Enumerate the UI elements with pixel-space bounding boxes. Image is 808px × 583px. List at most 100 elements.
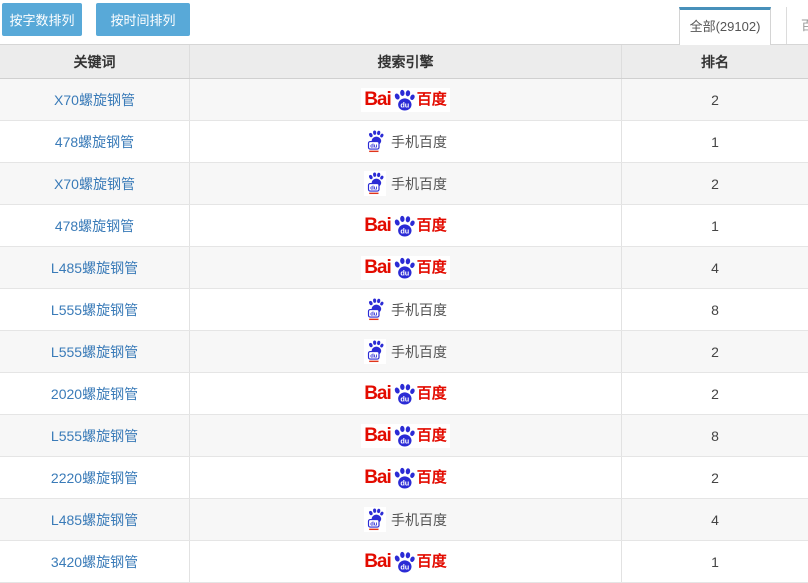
- table-row: 3420螺旋钢管 Bai du 百度: [0, 541, 808, 583]
- keyword-link[interactable]: X70螺旋钢管: [54, 90, 135, 110]
- rank-value: 2: [622, 331, 808, 372]
- rank-value: 1: [622, 205, 808, 246]
- column-header-rank: 排名: [622, 45, 808, 78]
- baidu-mobile-icon: du: [364, 507, 386, 532]
- table-row: L555螺旋钢管 Bai du 百度: [0, 289, 808, 331]
- baidu-pc-logo: Bai du 百度: [361, 424, 450, 448]
- svg-text:du: du: [370, 311, 378, 317]
- engine-cell: Bai du 百度: [190, 247, 622, 288]
- keyword-link[interactable]: 478螺旋钢管: [55, 216, 134, 236]
- svg-text:du: du: [400, 478, 409, 487]
- table-body: X70螺旋钢管 Bai du 百度: [0, 79, 808, 583]
- baidu-mobile-logo: du 手机百度: [364, 171, 447, 196]
- keyword-cell: L485螺旋钢管: [0, 247, 190, 288]
- baidu-pc-logo: Bai du 百度: [361, 256, 450, 280]
- baidu-pc-logo: Bai du 百度: [361, 214, 450, 238]
- svg-text:du: du: [400, 226, 409, 235]
- rank-value: 4: [622, 499, 808, 540]
- keyword-cell: L555螺旋钢管: [0, 415, 190, 456]
- keyword-cell: L555螺旋钢管: [0, 331, 190, 372]
- keyword-cell: L485螺旋钢管: [0, 499, 190, 540]
- baidu-mobile-logo: du 手机百度: [364, 297, 447, 322]
- baidu-pc-logo: Bai du 百度: [361, 382, 450, 406]
- keyword-link[interactable]: L555螺旋钢管: [51, 300, 138, 320]
- rank-value: 2: [622, 163, 808, 204]
- svg-text:du: du: [370, 353, 378, 359]
- table-row: L485螺旋钢管 Bai du 百度: [0, 247, 808, 289]
- keyword-cell: 3420螺旋钢管: [0, 541, 190, 582]
- rank-value: 8: [622, 289, 808, 330]
- keyword-cell: 478螺旋钢管: [0, 121, 190, 162]
- svg-text:du: du: [400, 394, 409, 403]
- baidu-pc-logo: Bai du 百度: [361, 466, 450, 490]
- engine-cell: Bai du 百度: [190, 79, 622, 120]
- baidu-paw-icon: du: [392, 551, 416, 573]
- baidu-pc-logo: Bai du 百度: [361, 550, 450, 574]
- keyword-cell: X70螺旋钢管: [0, 163, 190, 204]
- rank-value: 2: [622, 457, 808, 498]
- baidu-mobile-icon: du: [364, 171, 386, 196]
- keyword-link[interactable]: L555螺旋钢管: [51, 342, 138, 362]
- svg-text:du: du: [370, 143, 378, 149]
- baidu-paw-icon: du: [392, 257, 416, 279]
- table-row: X70螺旋钢管 Bai du 百度: [0, 163, 808, 205]
- keyword-link[interactable]: 2220螺旋钢管: [51, 468, 138, 488]
- baidu-paw-icon: du: [392, 467, 416, 489]
- table-row: 2020螺旋钢管 Bai du 百度: [0, 373, 808, 415]
- table-row: 478螺旋钢管 Bai du 百度: [0, 205, 808, 247]
- engine-cell: Bai du 百度: [190, 457, 622, 498]
- table-row: L485螺旋钢管 Bai du 百度: [0, 499, 808, 541]
- svg-text:du: du: [370, 185, 378, 191]
- rank-value: 4: [622, 247, 808, 288]
- table-row: L555螺旋钢管 Bai du 百度: [0, 331, 808, 373]
- keyword-link[interactable]: L555螺旋钢管: [51, 426, 138, 446]
- engine-cell: Bai du 百度: [190, 541, 622, 582]
- table-row: L555螺旋钢管 Bai du 百度: [0, 415, 808, 457]
- tab-baidu[interactable]: 百度: [786, 7, 808, 44]
- svg-text:du: du: [400, 268, 409, 277]
- baidu-mobile-logo: du 手机百度: [364, 339, 447, 364]
- baidu-paw-icon: du: [392, 215, 416, 237]
- baidu-mobile-icon: du: [364, 339, 386, 364]
- svg-text:du: du: [400, 100, 409, 109]
- keyword-cell: L555螺旋钢管: [0, 289, 190, 330]
- baidu-mobile-icon: du: [364, 129, 386, 154]
- engine-cell: Bai du 百度: [190, 121, 622, 162]
- keyword-cell: X70螺旋钢管: [0, 79, 190, 120]
- table-row: X70螺旋钢管 Bai du 百度: [0, 79, 808, 121]
- baidu-mobile-logo: du 手机百度: [364, 507, 447, 532]
- engine-cell: Bai du 百度: [190, 205, 622, 246]
- svg-text:du: du: [400, 436, 409, 445]
- baidu-pc-logo: Bai du 百度: [361, 88, 450, 112]
- column-header-engine: 搜索引擎: [190, 45, 622, 78]
- keyword-link[interactable]: L485螺旋钢管: [51, 258, 138, 278]
- engine-cell: Bai du 百度: [190, 289, 622, 330]
- table-row: 2220螺旋钢管 Bai du 百度: [0, 457, 808, 499]
- rank-value: 2: [622, 79, 808, 120]
- engine-cell: Bai du 百度: [190, 373, 622, 414]
- sort-by-words-button[interactable]: 按字数排列: [2, 3, 82, 36]
- keyword-cell: 2220螺旋钢管: [0, 457, 190, 498]
- keyword-link[interactable]: 2020螺旋钢管: [51, 384, 138, 404]
- engine-cell: Bai du 百度: [190, 499, 622, 540]
- tab-all[interactable]: 全部(29102): [679, 7, 771, 45]
- ranking-table: 关键词 搜索引擎 排名 X70螺旋钢管 Bai du: [0, 45, 808, 583]
- keyword-link[interactable]: 3420螺旋钢管: [51, 552, 138, 572]
- svg-text:du: du: [370, 521, 378, 527]
- rank-value: 8: [622, 415, 808, 456]
- rank-value: 2: [622, 373, 808, 414]
- sort-by-time-button[interactable]: 按时间排列: [96, 3, 190, 36]
- engine-cell: Bai du 百度: [190, 331, 622, 372]
- keyword-cell: 2020螺旋钢管: [0, 373, 190, 414]
- keyword-link[interactable]: 478螺旋钢管: [55, 132, 134, 152]
- engine-cell: Bai du 百度: [190, 163, 622, 204]
- top-toolbar: 按字数排列 按时间排列 全部(29102) 百度: [0, 0, 808, 45]
- keyword-link[interactable]: X70螺旋钢管: [54, 174, 135, 194]
- keyword-link[interactable]: L485螺旋钢管: [51, 510, 138, 530]
- baidu-paw-icon: du: [392, 383, 416, 405]
- column-header-keyword: 关键词: [0, 45, 190, 78]
- table-row: 478螺旋钢管 Bai du 百度: [0, 121, 808, 163]
- engine-cell: Bai du 百度: [190, 415, 622, 456]
- rank-value: 1: [622, 121, 808, 162]
- baidu-mobile-icon: du: [364, 297, 386, 322]
